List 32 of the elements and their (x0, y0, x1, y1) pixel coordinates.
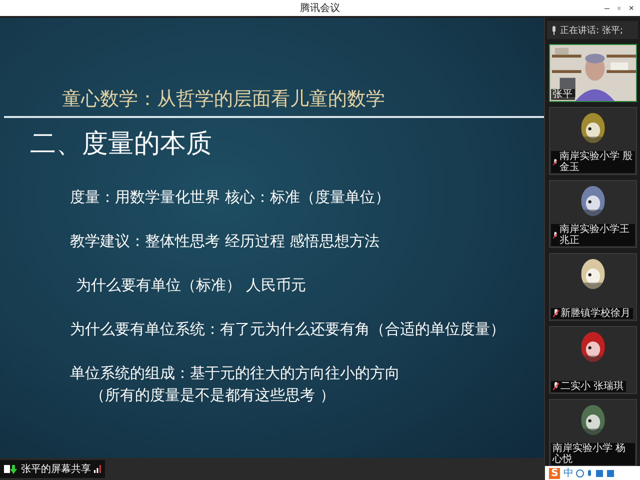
ime-tools-icon[interactable] (576, 468, 616, 478)
slide-text: 度量：用数学量化世界 核心：标准（度量单位） (70, 187, 391, 208)
participant-name: 二实小 张瑞琪 (560, 381, 624, 392)
participant-tile[interactable]: 新塍镇学校徐月 (548, 253, 637, 321)
participant-name: 南岸实验小学 殷金玉 (559, 151, 633, 173)
window-control[interactable]: × (626, 0, 636, 16)
slide-text: （所有的度量是不是都有这些思考 ） (90, 385, 336, 406)
slide-heading: 二、度量的本质 (30, 128, 213, 161)
ime-mode[interactable]: 中 (563, 466, 574, 480)
share-label: 张平的屏幕共享 (21, 462, 91, 476)
slide-text: 为什么要有单位系统：有了元为什么还要有角（合适的单位度量） (70, 319, 506, 340)
participant-tile[interactable]: 张平 (548, 44, 637, 102)
speaking-label: 正在讲话: 张平; (560, 24, 623, 36)
participant-name: 新塍镇学校徐月 (560, 308, 631, 319)
window-control[interactable]: – (602, 0, 612, 16)
participant-tile[interactable]: 南岸实验小学王兆正 (548, 180, 637, 248)
participant-name: 张平 (552, 89, 573, 100)
signal-icon (94, 465, 101, 473)
participant-name: 南岸实验小学王兆正 (559, 224, 630, 246)
microphone-icon (551, 26, 558, 34)
participant-tile[interactable]: 南岸实验小学 殷金玉 (548, 107, 637, 175)
slide-text: 为什么要有单位（标准） 人民币元 (76, 275, 307, 296)
participant-name: 南岸实验小学 杨心悦 (552, 443, 627, 465)
participant-tile[interactable]: 南岸实验小学 杨心悦 (548, 399, 637, 467)
share-indicator[interactable]: 张平的屏幕共享 (0, 460, 105, 478)
window-control[interactable]: ▫ (616, 0, 623, 16)
slide-text: 单位系统的组成：基于元的往大的方向往小的方向 (70, 363, 401, 384)
slide-title: 童心数学：从哲学的层面看儿童的数学 (62, 87, 386, 112)
window-title: 腾讯会议 (300, 2, 340, 15)
participant-tile[interactable]: 二实小 张瑞琪 (548, 326, 637, 394)
slide-text: 教学建议：整体性思考 经历过程 感悟思想方法 (70, 231, 381, 252)
screen-share-icon (4, 464, 18, 474)
